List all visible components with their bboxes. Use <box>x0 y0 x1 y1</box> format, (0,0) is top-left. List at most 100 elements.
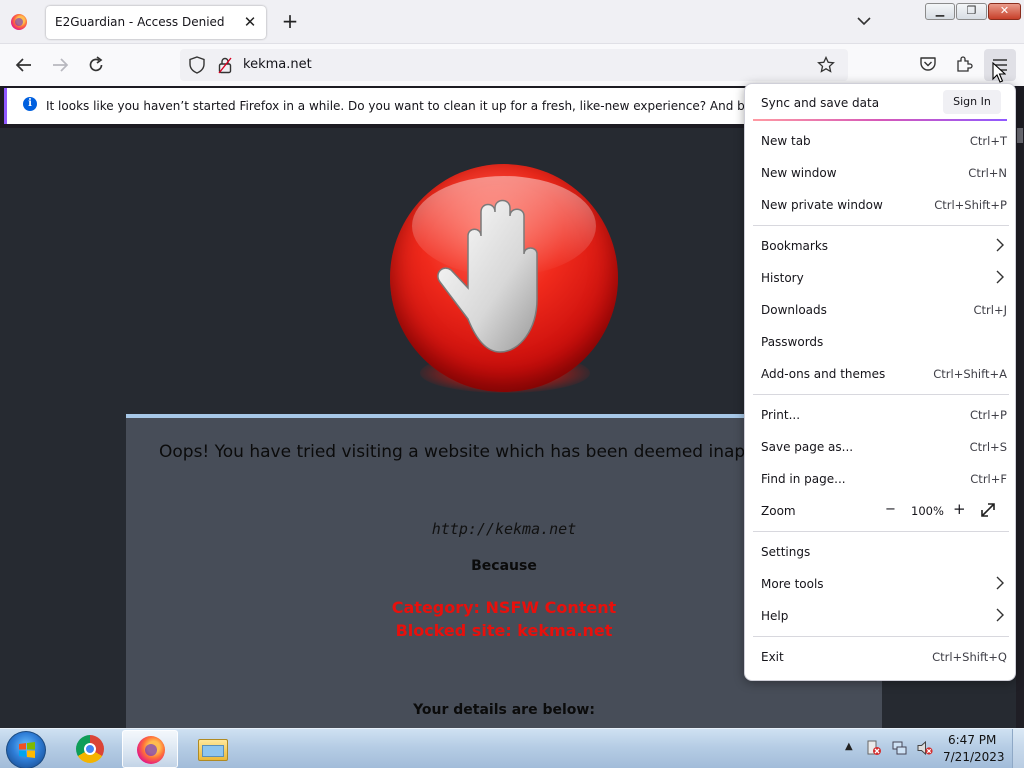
menu-item-label: Find in page... <box>761 472 846 486</box>
menu-item-label: Downloads <box>761 303 827 317</box>
taskbar-chrome[interactable] <box>62 730 118 768</box>
menu-item-new-window[interactable]: New window Ctrl+N <box>753 158 1009 188</box>
stop-hand-icon <box>390 164 618 392</box>
info-icon: i <box>23 97 37 111</box>
windows-start-icon[interactable] <box>6 731 46 768</box>
volume-muted-icon[interactable] <box>917 740 933 756</box>
zoom-controls: − 100% + <box>881 500 1009 522</box>
menu-item-more-tools[interactable]: More tools <box>753 569 1009 599</box>
menu-item-label: More tools <box>761 577 824 591</box>
menu-item-bookmarks[interactable]: Bookmarks <box>753 231 1009 261</box>
menu-separator <box>753 394 1009 395</box>
chevron-right-icon <box>996 608 1004 622</box>
menu-separator <box>753 636 1009 637</box>
menu-item-label: Passwords <box>761 335 824 349</box>
menu-item-settings[interactable]: Settings <box>753 537 1009 567</box>
menu-item-label: Add-ons and themes <box>761 367 886 381</box>
zoom-level[interactable]: 100% <box>911 504 944 518</box>
plus-icon[interactable]: + <box>280 11 300 31</box>
menu-item-label: Print... <box>761 408 801 422</box>
maximize-button[interactable]: ❐ <box>956 3 987 20</box>
menu-separator <box>753 531 1009 532</box>
menu-item-label: Save page as... <box>761 440 854 454</box>
taskbar-firefox[interactable] <box>122 730 178 768</box>
navigation-bar: kekma.net <box>0 44 1024 86</box>
menu-item-save-page[interactable]: Save page as... Ctrl+S <box>753 432 1009 462</box>
clock-date[interactable]: 7/21/2023 <box>943 750 1005 764</box>
menu-item-label: Help <box>761 609 789 623</box>
star-icon[interactable] <box>817 56 835 74</box>
menu-item-shortcut: Ctrl+Shift+A <box>933 367 1007 381</box>
menu-item-label: History <box>761 271 804 285</box>
url-text[interactable]: kekma.net <box>243 57 312 72</box>
menu-item-shortcut: Ctrl+J <box>973 303 1008 317</box>
menu-item-downloads[interactable]: Downloads Ctrl+J <box>753 295 1009 325</box>
menu-item-passwords[interactable]: Passwords <box>753 327 1009 357</box>
sync-label: Sync and save data <box>761 96 880 110</box>
menu-item-zoom: Zoom − 100% + <box>753 496 1009 526</box>
menu-item-shortcut: Ctrl+N <box>968 166 1007 180</box>
menu-item-label: Settings <box>761 545 811 559</box>
fullscreen-icon[interactable] <box>979 501 997 519</box>
network-icon[interactable] <box>892 740 908 756</box>
tab-title: E2Guardian - Access Denied <box>55 15 225 29</box>
window-close-button[interactable]: ✕ <box>988 3 1021 20</box>
lock-icon[interactable] <box>218 56 232 74</box>
menu-item-history[interactable]: History <box>753 263 1009 293</box>
menu-item-label: New window <box>761 166 837 180</box>
menu-item-shortcut: Ctrl+Shift+Q <box>932 650 1007 664</box>
menu-item-print[interactable]: Print... Ctrl+P <box>753 400 1009 430</box>
scrollbar-thumb[interactable] <box>1017 128 1023 143</box>
forward-icon[interactable] <box>50 56 70 74</box>
zoom-in-button[interactable]: + <box>953 500 966 518</box>
page-title: Oops! You have tried visiting a website … <box>159 442 824 462</box>
menu-item-shortcut: Ctrl+Shift+P <box>934 198 1007 212</box>
firefox-icon <box>137 736 165 764</box>
menu-item-shortcut: Ctrl+S <box>969 440 1007 454</box>
taskbar-explorer[interactable] <box>184 730 240 768</box>
mouse-cursor-icon <box>992 62 1006 83</box>
minimize-button[interactable]: ▁ <box>925 3 955 20</box>
extensions-icon[interactable] <box>955 55 973 73</box>
folder-icon <box>198 735 228 763</box>
back-icon[interactable] <box>14 56 34 74</box>
chrome-icon <box>76 735 104 763</box>
menu-item-label: Zoom <box>761 504 796 518</box>
shield-icon[interactable] <box>189 56 205 74</box>
menu-item-shortcut: Ctrl+F <box>970 472 1007 486</box>
sign-in-button[interactable]: Sign In <box>943 90 1001 114</box>
tray-expand-icon[interactable]: ▲ <box>845 741 853 752</box>
tab-bar: E2Guardian - Access Denied ✕ + ▁ ❐ ✕ <box>0 0 1024 44</box>
menu-item-shortcut: Ctrl+P <box>969 408 1007 422</box>
menu-item-shortcut: Ctrl+T <box>969 134 1007 148</box>
menu-item-new-private-window[interactable]: New private window Ctrl+Shift+P <box>753 190 1009 220</box>
url-bar[interactable]: kekma.net <box>180 49 848 81</box>
menu-separator <box>753 225 1009 226</box>
reload-icon[interactable] <box>86 55 106 75</box>
menu-item-label: New tab <box>761 134 811 148</box>
app-menu: Sync and save data Sign In New tab Ctrl+… <box>744 83 1016 681</box>
pocket-icon[interactable] <box>919 56 937 73</box>
show-desktop-button[interactable] <box>1012 729 1024 768</box>
notification-text: It looks like you haven’t started Firefo… <box>46 99 764 113</box>
firefox-icon <box>11 14 27 30</box>
menu-item-label: Exit <box>761 650 784 664</box>
clock-time[interactable]: 6:47 PM <box>948 733 996 747</box>
menu-accent-line <box>753 119 1007 121</box>
details-heading: Your details are below: <box>413 702 595 718</box>
chevron-right-icon <box>996 238 1004 252</box>
tab-active[interactable]: E2Guardian - Access Denied ✕ <box>46 6 266 39</box>
menu-item-addons-themes[interactable]: Add-ons and themes Ctrl+Shift+A <box>753 359 1009 389</box>
menu-item-help[interactable]: Help <box>753 601 1009 631</box>
zoom-out-button[interactable]: − <box>885 502 896 517</box>
close-icon[interactable]: ✕ <box>240 12 260 32</box>
action-center-icon[interactable] <box>866 740 882 756</box>
scrollbar[interactable] <box>1016 128 1024 728</box>
menu-item-new-tab[interactable]: New tab Ctrl+T <box>753 126 1009 156</box>
menu-item-exit[interactable]: Exit Ctrl+Shift+Q <box>753 642 1009 672</box>
menu-item-find-in-page[interactable]: Find in page... Ctrl+F <box>753 464 1009 494</box>
chevron-right-icon <box>996 270 1004 284</box>
menu-item-label: New private window <box>761 198 883 212</box>
notification-bar: i It looks like you haven’t started Fire… <box>4 88 764 124</box>
chevron-down-icon[interactable] <box>855 12 873 30</box>
